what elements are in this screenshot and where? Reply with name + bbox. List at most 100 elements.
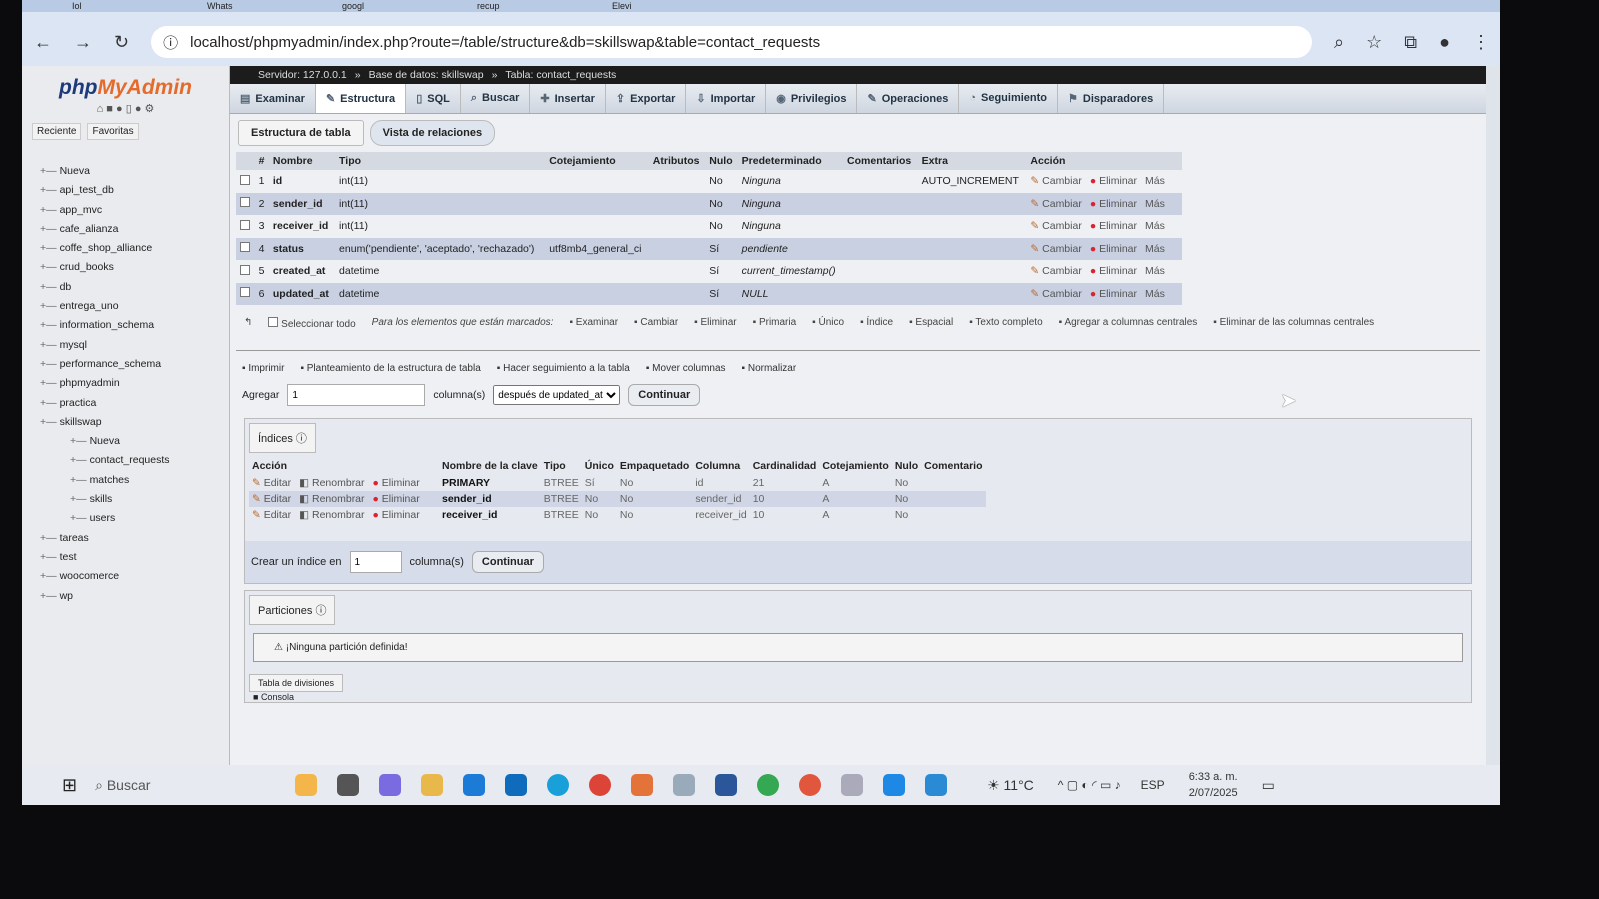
index-action-eliminar[interactable]: ● Eliminar <box>373 509 420 521</box>
action-mas[interactable]: Más <box>1145 220 1165 232</box>
column-header[interactable]: # <box>254 152 269 170</box>
tool-link[interactable]: ▪ Mover columnas <box>646 363 726 374</box>
tree-item-practica[interactable]: practica <box>40 394 229 413</box>
column-header[interactable]: Nombre <box>268 152 336 170</box>
zoom-icon[interactable]: ⌕ <box>1334 32 1344 53</box>
column-header[interactable]: Comentarios <box>843 152 918 170</box>
index-action-editar[interactable]: ✎ Editar <box>252 477 291 489</box>
tab-privilegios[interactable]: ◉ Privilegios <box>766 84 858 113</box>
tab-vista-de-relaciones[interactable]: Vista de relaciones <box>369 120 496 146</box>
tab-exportar[interactable]: ⇪ Exportar <box>606 84 687 113</box>
chrome-profile-icon[interactable] <box>757 774 780 796</box>
action-mas[interactable]: Más <box>1145 175 1165 187</box>
word-icon[interactable] <box>715 774 738 796</box>
action-cambiar[interactable]: ✎ Cambiar <box>1030 175 1081 187</box>
postman-icon[interactable] <box>799 774 822 796</box>
tree-table-contact-requests[interactable]: contact_requests <box>40 451 229 470</box>
tab-favoritas[interactable]: Favoritas <box>87 123 139 140</box>
file-explorer-icon[interactable] <box>421 774 444 796</box>
add-column-count-input[interactable] <box>287 384 426 406</box>
tab-insertar[interactable]: ✚ Insertar <box>530 84 606 113</box>
row-checkbox[interactable] <box>240 287 250 298</box>
tree-item-coffe-shop-alliance[interactable]: coffe_shop_alliance <box>40 239 229 258</box>
notifications-icon[interactable]: ▭ <box>1262 777 1275 794</box>
tool-link[interactable]: ▪ Hacer seguimiento a la tabla <box>497 363 630 374</box>
back-icon[interactable]: ← <box>34 32 52 53</box>
tree-item-skillswap[interactable]: skillswap <box>40 413 229 432</box>
profile-avatar[interactable]: ● <box>1439 32 1450 53</box>
tab-reciente[interactable]: Reciente <box>32 123 82 140</box>
app-icon[interactable] <box>673 774 696 796</box>
tree-item-app-mvc[interactable]: app_mvc <box>40 201 229 220</box>
index-action-eliminar[interactable]: ● Eliminar <box>373 493 420 505</box>
tab-examinar[interactable]: ▤ Examinar <box>230 84 316 113</box>
action-eliminar[interactable]: ● Eliminar <box>1090 243 1137 255</box>
column-header[interactable]: Cotejamiento <box>545 152 649 170</box>
tree-item-Nueva[interactable]: Nueva <box>40 162 229 181</box>
tree-item-woocomerce[interactable]: woocomerce <box>40 567 229 586</box>
reload-icon[interactable]: ↻ <box>114 32 129 53</box>
bulk-action-button[interactable]: ▪ Examinar <box>569 317 618 330</box>
create-index-count-input[interactable] <box>349 551 402 573</box>
column-header[interactable]: Tipo <box>335 152 546 170</box>
row-checkbox[interactable] <box>240 264 250 275</box>
weather-widget[interactable]: ☀ 11°C <box>987 777 1034 794</box>
tree-item-information-schema[interactable]: information_schema <box>40 316 229 335</box>
browser-tab[interactable]: Elevi <box>612 1 707 11</box>
column-header[interactable]: Acción <box>1026 152 1182 170</box>
store-icon[interactable] <box>463 774 486 796</box>
bulk-action-button[interactable]: ▪ Eliminar de las columnas centrales <box>1213 317 1374 330</box>
create-index-continue-button[interactable]: Continuar <box>471 551 544 573</box>
tab-seguimiento[interactable]: ◔ Seguimiento <box>959 84 1059 113</box>
column-header[interactable]: Predeterminado <box>737 152 844 170</box>
bulk-action-button[interactable]: ▪ Espacial <box>909 317 953 330</box>
row-checkbox[interactable] <box>240 174 250 185</box>
taskbar-search[interactable]: ⌕ Buscar <box>95 777 285 794</box>
tree-item-wp[interactable]: wp <box>40 587 229 606</box>
action-eliminar[interactable]: ● Eliminar <box>1090 220 1137 232</box>
action-cambiar[interactable]: ✎ Cambiar <box>1030 265 1081 277</box>
action-cambiar[interactable]: ✎ Cambiar <box>1030 243 1081 255</box>
bulk-action-button[interactable]: ▪ Cambiar <box>634 317 678 330</box>
row-checkbox[interactable] <box>240 242 250 253</box>
tool-link[interactable]: ▪ Planteamiento de la estructura de tabl… <box>300 363 480 374</box>
copilot-icon[interactable] <box>295 774 318 796</box>
index-action-renombrar[interactable]: ◧ Renombrar <box>299 509 364 521</box>
row-checkbox[interactable] <box>240 197 250 208</box>
add-continue-button[interactable]: Continuar <box>628 384 701 406</box>
copilot-app-icon[interactable] <box>379 774 402 796</box>
column-header[interactable]: Atributos <box>648 152 706 170</box>
tab-disparadores[interactable]: ⚑ Disparadores <box>1058 84 1165 113</box>
tree-item-cafe-alianza[interactable]: cafe_alianza <box>40 220 229 239</box>
select-all-checkbox[interactable]: Seleccionar todo <box>268 317 356 330</box>
outlook-icon[interactable] <box>505 774 528 796</box>
index-action-renombrar[interactable]: ◧ Renombrar <box>299 477 364 489</box>
breadcrumb-database[interactable]: Base de datos: skillswap <box>369 69 484 81</box>
forward-icon[interactable]: → <box>74 32 92 53</box>
tab-importar[interactable]: ⇩ Importar <box>686 84 767 113</box>
browser-tab[interactable]: Whats <box>207 1 302 11</box>
bulk-action-button[interactable]: ▪ Primaria <box>753 317 797 330</box>
index-action-editar[interactable]: ✎ Editar <box>252 493 291 505</box>
browser-tab[interactable]: recup <box>477 1 572 11</box>
row-checkbox[interactable] <box>240 219 250 230</box>
breadcrumb-table[interactable]: Tabla: contact_requests <box>505 69 616 81</box>
tree-item-performance-schema[interactable]: performance_schema <box>40 355 229 374</box>
tree-item-phpmyadmin[interactable]: phpmyadmin <box>40 374 229 393</box>
extensions-icon[interactable]: ⧉ <box>1404 32 1417 53</box>
bulk-action-button[interactable]: ▪ Texto completo <box>969 317 1042 330</box>
column-header[interactable]: Extra <box>917 152 1027 170</box>
tree-table-Nueva[interactable]: Nueva <box>40 432 229 451</box>
add-position-select[interactable]: después de updated_at <box>493 385 621 405</box>
tree-table-skills[interactable]: skills <box>40 490 229 509</box>
browser-tabs[interactable]: Iol Whats googl recup Elevi <box>22 0 1500 12</box>
index-action-renombrar[interactable]: ◧ Renombrar <box>299 493 364 505</box>
breadcrumb-server[interactable]: Servidor: 127.0.0.1 <box>258 69 347 81</box>
tree-item-test[interactable]: test <box>40 548 229 567</box>
browser-tab[interactable]: Iol <box>72 1 167 11</box>
language-indicator[interactable]: ESP <box>1141 778 1165 792</box>
action-mas[interactable]: Más <box>1145 198 1165 210</box>
xampp-icon[interactable] <box>631 774 654 796</box>
console-toggle[interactable]: ■ Consola <box>245 692 1471 702</box>
tree-item-crud-books[interactable]: crud_books <box>40 258 229 277</box>
